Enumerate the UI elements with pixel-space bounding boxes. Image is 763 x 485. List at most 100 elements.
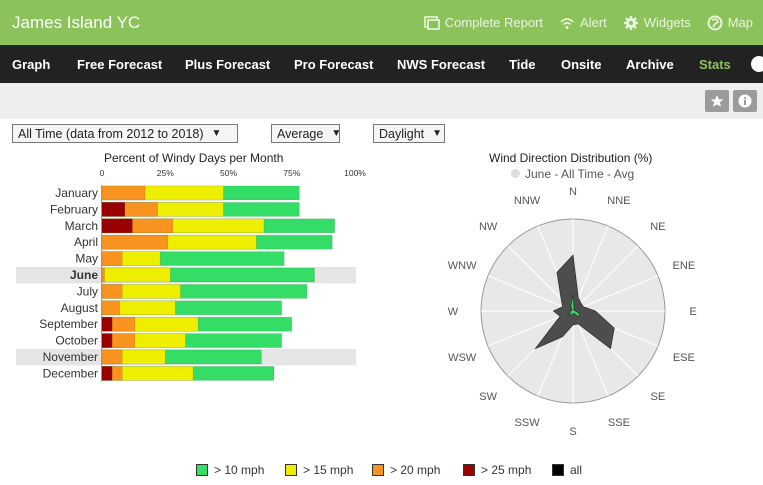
month-label: March <box>65 219 98 233</box>
main-nav: Graph Free Forecast Plus Forecast Pro Fo… <box>0 45 763 83</box>
direction-label-wsw: WSW <box>448 352 477 364</box>
stat-select-value: Average <box>277 126 324 141</box>
legend-gt20[interactable]: > 20 mph <box>372 461 440 479</box>
alert-link[interactable]: Alert <box>559 15 607 30</box>
month-label: November <box>43 350 98 364</box>
nav-tide[interactable]: Tide <box>509 57 536 72</box>
direction-label-n: N <box>569 186 577 198</box>
range-select[interactable]: All Time (data from 2012 to 2018) ▼ <box>12 124 238 143</box>
direction-label-nnw: NNW <box>514 195 541 207</box>
nav-pro-forecast[interactable]: Pro Forecast <box>294 57 373 72</box>
direction-label-nne: NNE <box>607 195 630 207</box>
nav-onsite[interactable]: Onsite <box>561 57 601 72</box>
legend-swatch-all <box>552 464 564 476</box>
radar-legend-item[interactable]: June - All Time - Avg <box>511 167 634 181</box>
bar-25mph-december <box>101 366 113 381</box>
site-header: James Island YC Complete Report Alert Wi… <box>0 0 763 45</box>
direction-label-sse: SSE <box>608 417 630 429</box>
globe-icon <box>707 15 723 30</box>
nav-info-icon[interactable] <box>751 56 763 72</box>
time-select[interactable]: Daylight ▼ <box>373 124 445 143</box>
chevron-down-icon: ▼ <box>331 128 342 139</box>
map-link[interactable]: Map <box>707 15 753 31</box>
month-label: September <box>39 317 98 331</box>
direction-label-wnw: WNW <box>448 260 477 272</box>
legend-label-gt15: > 15 mph <box>303 463 354 477</box>
legend-swatch-gt10 <box>196 464 208 476</box>
report-icon <box>423 15 440 30</box>
x-tick-label: 75% <box>283 168 300 178</box>
wifi-icon <box>560 17 574 29</box>
bar-25mph-march <box>101 218 133 234</box>
month-label: June <box>70 268 98 282</box>
bar-20mph-august <box>101 300 121 316</box>
legend-label-gt10: > 10 mph <box>214 463 265 477</box>
complete-report-link[interactable]: Complete Report <box>423 15 543 30</box>
gear-icon <box>623 15 638 30</box>
legend-gt25[interactable]: > 25 mph <box>463 461 531 479</box>
widgets-label: Widgets <box>643 15 691 30</box>
alert-label: Alert <box>580 15 607 30</box>
bar-25mph-september <box>101 316 113 332</box>
direction-label-sw: SW <box>479 391 497 403</box>
nav-archive[interactable]: Archive <box>626 57 674 72</box>
legend-label-gt25: > 25 mph <box>481 463 532 477</box>
toolbar <box>0 83 763 119</box>
wind-direction-radar-chart: N NNE NE ENE E ESE SE SSE S SSW SW WSW W WNW NW NNW <box>448 186 697 438</box>
month-label: August <box>61 301 99 315</box>
bar-25mph-february <box>101 202 126 217</box>
legend-swatch-gt20 <box>372 464 384 476</box>
bar-15mph-june <box>101 267 171 283</box>
radar-chart-subtitle: June - All Time - Avg <box>525 167 635 181</box>
star-icon <box>710 95 724 107</box>
nav-graph[interactable]: Graph <box>12 57 50 72</box>
nav-plus-forecast[interactable]: Plus Forecast <box>185 57 270 72</box>
direction-label-s: S <box>569 426 576 438</box>
month-label: January <box>55 186 98 200</box>
month-label: February <box>50 202 98 216</box>
x-tick-label: 25% <box>157 168 174 178</box>
bar-20mph-may <box>101 251 123 266</box>
legend-swatch-gt15 <box>285 464 297 476</box>
x-tick-label: 50% <box>220 168 237 178</box>
legend-all[interactable]: all <box>552 461 582 479</box>
bar-20mph-june <box>101 267 105 283</box>
month-label: May <box>75 252 98 266</box>
stat-select[interactable]: Average ▼ <box>271 124 342 143</box>
direction-label-ese: ESE <box>673 352 695 364</box>
range-select-value: All Time (data from 2012 to 2018) <box>18 126 204 141</box>
month-label: July <box>77 284 98 298</box>
legend-label-gt20: > 20 mph <box>390 463 441 477</box>
bar-25mph-october <box>101 333 113 348</box>
favorite-button[interactable] <box>705 90 729 112</box>
legend-swatch-gt25 <box>463 464 475 476</box>
bar-chart-title: Percent of Windy Days per Month <box>104 151 284 165</box>
radar-chart-title: Wind Direction Distribution (%) <box>489 151 653 165</box>
bar-20mph-april <box>101 234 169 250</box>
bar-20mph-july <box>101 284 123 299</box>
widgets-link[interactable]: Widgets <box>623 15 691 31</box>
nav-free-forecast[interactable]: Free Forecast <box>77 57 162 72</box>
direction-label-se: SE <box>651 391 666 403</box>
nav-nws-forecast[interactable]: NWS Forecast <box>397 57 485 72</box>
direction-label-e: E <box>689 306 696 318</box>
bar-20mph-november <box>101 349 123 365</box>
legend-gt10[interactable]: > 10 mph <box>196 461 264 479</box>
complete-report-label: Complete Report <box>444 15 543 30</box>
site-title[interactable]: James Island YC <box>12 13 140 33</box>
chevron-down-icon: ▼ <box>432 128 443 139</box>
chevron-down-icon: ▼ <box>211 128 222 139</box>
x-tick-label: 0 <box>100 168 105 178</box>
info-icon <box>738 94 752 108</box>
bar-20mph-january <box>101 185 146 201</box>
x-tick-label: 100% <box>344 168 366 178</box>
legend-gt15[interactable]: > 15 mph <box>285 461 353 479</box>
direction-label-nw: NW <box>479 221 498 233</box>
direction-label-ne: NE <box>650 221 665 233</box>
month-label: December <box>43 366 98 380</box>
nav-stats[interactable]: Stats <box>699 57 731 72</box>
map-label: Map <box>727 15 753 30</box>
direction-label-ssw: SSW <box>515 417 541 429</box>
info-button[interactable] <box>733 90 757 112</box>
month-label: April <box>74 235 98 249</box>
